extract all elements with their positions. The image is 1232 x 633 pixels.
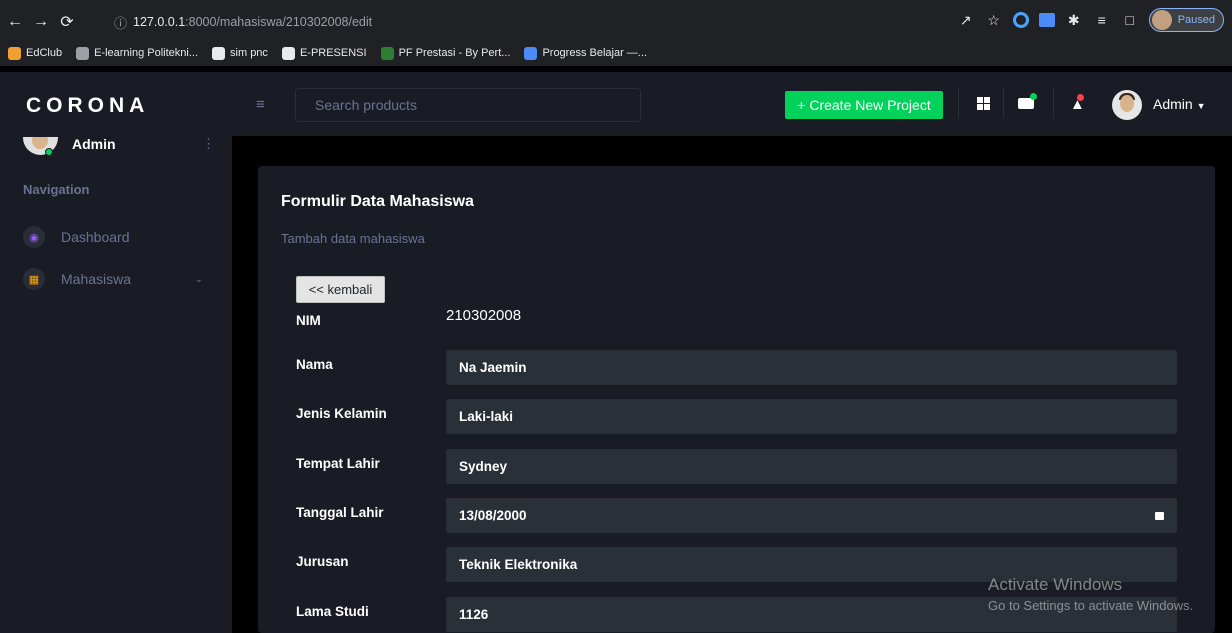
nama-field[interactable]: Na Jaemin: [446, 350, 1177, 385]
forward-arrow-icon[interactable]: →: [30, 11, 52, 33]
nama-label: Nama: [296, 357, 333, 372]
sidebar: Admin ⋮ Navigation ◉ Dashboard ▦ Mahasis…: [0, 136, 232, 633]
back-arrow-icon[interactable]: ←: [4, 11, 26, 33]
watermark-title: Activate Windows: [988, 575, 1123, 594]
user-menu-label: Admin: [1153, 96, 1193, 112]
bookmark-label: E-learning Politekni...: [94, 47, 199, 59]
nav-heading: Navigation: [23, 182, 90, 197]
search-input[interactable]: Search products: [295, 88, 641, 122]
jurusan-label: Jurusan: [296, 554, 349, 569]
jenis-kelamin-label: Jenis Kelamin: [296, 406, 387, 421]
bookmark-favicon-icon: [76, 46, 90, 60]
tempat-lahir-label: Tempat Lahir: [296, 456, 380, 471]
bookmark-item[interactable]: E-PRESENSI: [281, 46, 367, 60]
bookmark-star-icon[interactable]: ☆: [985, 12, 1003, 29]
sidebar-item-label: Mahasiswa: [61, 271, 132, 287]
bookmark-label: PF Prestasi - By Pert...: [398, 47, 511, 59]
translate-extension-icon[interactable]: [1038, 13, 1055, 27]
browser-toolbar: ← → ⟳ ⓘ 127.0.0.1:8000/mahasiswa/2103020…: [0, 6, 1232, 38]
calendar-icon[interactable]: [1155, 512, 1164, 520]
bookmark-item[interactable]: Progress Belajar —...: [524, 46, 647, 60]
profile-paused-button[interactable]: Paused: [1148, 8, 1224, 32]
bookmark-label: sim pnc: [230, 47, 268, 59]
extensions-puzzle-icon[interactable]: ✱: [1065, 12, 1083, 29]
sidebar-item-mahasiswa[interactable]: ▦ Mahasiswa ⌄: [23, 267, 213, 291]
table-icon: ▦: [23, 268, 45, 290]
menu-toggle-icon[interactable]: ≡: [256, 96, 265, 113]
lama-studi-label: Lama Studi: [296, 604, 369, 619]
bookmark-item[interactable]: sim pnc: [212, 46, 268, 60]
tanggal-lahir-value: 13/08/2000: [459, 508, 527, 523]
divider: [1003, 88, 1004, 118]
bookmark-label: Progress Belajar —...: [542, 47, 647, 59]
tanggal-lahir-label: Tanggal Lahir: [296, 505, 384, 520]
bookmark-favicon-icon: [524, 46, 538, 60]
info-icon[interactable]: ⓘ: [114, 13, 127, 32]
online-status-icon: [45, 148, 53, 156]
page-title: Formulir Data Mahasiswa: [281, 193, 474, 210]
sidebar-item-dashboard[interactable]: ◉ Dashboard: [23, 225, 213, 249]
bookmark-favicon-icon: [281, 46, 295, 60]
chevron-down-icon: ⌄: [194, 273, 203, 285]
mail-badge: [1030, 93, 1037, 100]
nim-label: NIM: [296, 313, 321, 328]
reload-icon[interactable]: ⟳: [56, 11, 78, 33]
reading-list-icon[interactable]: ≡: [1093, 12, 1111, 28]
jenis-kelamin-field[interactable]: Laki-laki: [446, 399, 1177, 434]
bookmark-favicon-icon: [8, 46, 21, 60]
profile-name: Admin: [72, 136, 116, 152]
content-background: [232, 136, 1232, 166]
caret-down-icon: ▼: [1196, 101, 1206, 111]
tempat-lahir-field[interactable]: Sydney: [446, 449, 1177, 484]
bookmark-label: E-PRESENSI: [299, 47, 367, 59]
page-description: Tambah data mahasiswa: [281, 231, 425, 246]
apps-grid-icon[interactable]: [977, 97, 990, 110]
back-button[interactable]: << kembali: [296, 276, 385, 303]
nim-value: 210302008: [446, 307, 522, 324]
url-text[interactable]: 127.0.0.1:8000/mahasiswa/210302008/edit: [133, 15, 372, 29]
bookmark-item[interactable]: EdClub: [8, 46, 63, 60]
brand-logo[interactable]: CORONA: [26, 94, 149, 118]
bookmark-item[interactable]: E-learning Politekni...: [76, 46, 199, 60]
bookmark-favicon-icon: [380, 46, 394, 60]
watermark-subtitle: Go to Settings to activate Windows.: [988, 598, 1194, 613]
form-card: Formulir Data Mahasiswa Tambah data maha…: [258, 166, 1215, 633]
side-panel-icon[interactable]: □: [1121, 12, 1139, 28]
paused-label: Paused: [1177, 14, 1215, 26]
windows-activation-watermark: Activate Windows Go to Settings to activ…: [988, 575, 1193, 613]
speedometer-icon: ◉: [23, 226, 45, 248]
bookmarks-bar: EdClub E-learning Politekni... sim pnc E-PR…: [0, 40, 1232, 66]
profile-avatar-icon: [1151, 10, 1172, 30]
notification-badge: [1077, 94, 1084, 101]
top-navbar: CORONA ≡ Search products + Create New Pr…: [0, 72, 1232, 136]
user-menu[interactable]: Admin ▼: [1153, 96, 1206, 112]
sidebar-item-label: Dashboard: [61, 229, 130, 245]
create-project-button[interactable]: + Create New Project: [785, 91, 943, 119]
bookmark-favicon-icon: [212, 46, 226, 60]
divider: [958, 88, 959, 118]
tanggal-lahir-field[interactable]: 13/08/2000: [446, 498, 1177, 533]
profile-more-icon[interactable]: ⋮: [202, 136, 215, 152]
opera-extension-icon[interactable]: [1012, 12, 1029, 28]
avatar[interactable]: [1112, 90, 1142, 120]
divider: [1053, 88, 1054, 118]
bookmark-label: EdClub: [26, 47, 63, 59]
bookmark-item[interactable]: PF Prestasi - By Pert...: [380, 46, 511, 60]
share-icon[interactable]: ↗: [957, 12, 975, 29]
